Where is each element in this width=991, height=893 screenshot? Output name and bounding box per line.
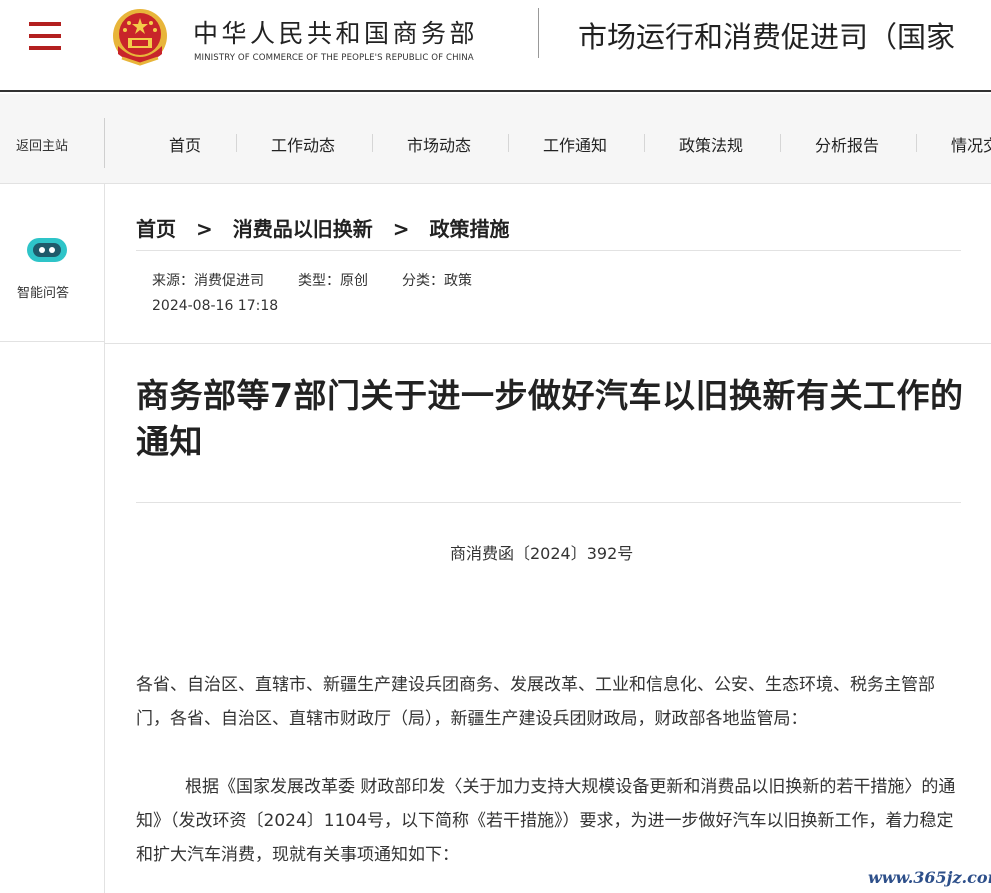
department-title: 市场运行和消费促进司（国家: [578, 20, 956, 54]
nav-separator: [780, 134, 781, 152]
nav-item-home[interactable]: 首页: [169, 132, 201, 156]
article-meta: 来源：消费促进司 类型：原创 分类：政策: [152, 270, 472, 290]
article-paragraph: 各省、自治区、直辖市、新疆生产建设兵团商务、发展改革、工业和信息化、公安、生态环…: [136, 675, 935, 729]
publish-date: 2024-08-16 17:18: [152, 298, 279, 314]
article-title: 商务部等7部门关于进一步做好汽车以旧换新有关工作的通知: [136, 376, 964, 461]
hamburger-icon[interactable]: [29, 22, 61, 50]
nav-separator: [372, 134, 373, 152]
breadcrumb-trade-in[interactable]: 消费品以旧换新: [233, 217, 373, 241]
national-emblem-icon: [113, 9, 167, 66]
nav-separator: [236, 134, 237, 152]
ministry-name-cn: 中华人民共和国商务部: [193, 19, 479, 48]
nav-item-analysis-reports[interactable]: 分析报告: [815, 132, 879, 156]
ministry-name-en: MINISTRY OF COMMERCE OF THE PEOPLE'S REP…: [194, 53, 474, 63]
nav-divider: [104, 118, 105, 168]
breadcrumb-divider: [136, 250, 961, 251]
document-number: 商消费函〔2024〕392号: [450, 544, 634, 563]
breadcrumb-home[interactable]: 首页: [136, 217, 176, 241]
breadcrumb-separator: >: [196, 217, 213, 241]
breadcrumb: 首页 > 消费品以旧换新 > 政策措施: [136, 213, 510, 242]
smart-qa-button[interactable]: 智能问答: [0, 184, 104, 342]
nav-item-market-news[interactable]: 市场动态: [407, 132, 471, 156]
title-divider: [136, 502, 961, 503]
watermark: www.365jz.com: [868, 868, 991, 887]
nav-item-work-notices[interactable]: 工作通知: [543, 132, 607, 156]
main-nav: 返回主站 首页 工作动态 市场动态 工作通知 政策法规 分析报告 情况交: [0, 94, 991, 184]
smart-qa-label: 智能问答: [17, 286, 70, 301]
meta-type: 类型：原创: [298, 273, 368, 289]
nav-item-policies[interactable]: 政策法规: [679, 132, 743, 156]
meta-divider: [105, 343, 991, 344]
nav-separator: [508, 134, 509, 152]
nav-item-work-news[interactable]: 工作动态: [271, 132, 335, 156]
header-divider: [538, 8, 539, 58]
meta-source: 来源：消费促进司: [152, 273, 264, 289]
article-paragraph: 根据《国家发展改革委 财政部印发〈关于加力支持大规模设备更新和消费品以旧换新的若…: [136, 777, 956, 865]
nav-separator: [916, 134, 917, 152]
meta-category: 分类：政策: [402, 273, 472, 289]
nav-separator: [644, 134, 645, 152]
robot-icon: [27, 238, 67, 262]
back-to-main-site-link[interactable]: 返回主站: [16, 135, 68, 154]
nav-item-situation[interactable]: 情况交: [951, 132, 991, 156]
breadcrumb-separator: >: [392, 217, 410, 241]
breadcrumb-policy-measures[interactable]: 政策措施: [430, 217, 510, 241]
left-sidebar: 智能问答: [0, 184, 105, 893]
site-header: 中华人民共和国商务部 MINISTRY OF COMMERCE OF THE P…: [0, 0, 991, 92]
